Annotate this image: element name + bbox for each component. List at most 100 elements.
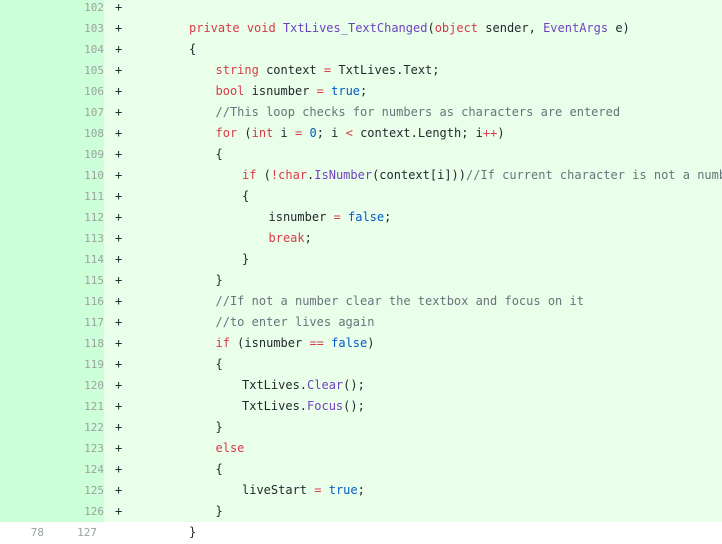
code-token: char: [278, 168, 308, 182]
old-line-number[interactable]: [0, 270, 54, 291]
code-token: break: [268, 231, 305, 245]
code-token: for: [215, 126, 238, 140]
diff-marker: +: [115, 504, 123, 518]
new-line-number[interactable]: 126: [54, 501, 104, 522]
new-line-number[interactable]: 119: [54, 354, 104, 375]
diff-marker: +: [115, 84, 123, 98]
code-token: bool: [215, 84, 245, 98]
code-text: TxtLives.Clear();: [242, 375, 365, 396]
old-line-number[interactable]: [0, 60, 54, 81]
old-line-number[interactable]: [0, 123, 54, 144]
code-token: private: [189, 21, 240, 35]
old-line-number[interactable]: [0, 0, 54, 18]
new-line-number[interactable]: 104: [54, 39, 104, 60]
code-token: ==: [309, 336, 324, 350]
new-line-number[interactable]: 103: [54, 18, 104, 39]
code-text: {: [242, 186, 249, 207]
code-token: //to enter lives again: [215, 315, 375, 329]
new-line-number[interactable]: 121: [54, 396, 104, 417]
old-line-number[interactable]: [0, 39, 54, 60]
code-token: }: [189, 525, 197, 539]
new-line-number[interactable]: 108: [54, 123, 104, 144]
diff-line-added: 124 + {: [0, 459, 722, 480]
diff-line-added: 113 + break;: [0, 228, 722, 249]
old-line-number[interactable]: [0, 396, 54, 417]
diff-line-added: 121 + TxtLives.Focus();: [0, 396, 722, 417]
code-token: TxtLives.Text;: [331, 63, 440, 77]
old-line-number[interactable]: [0, 102, 54, 123]
code-token: <: [345, 126, 353, 140]
code-token: context.Length; i: [352, 126, 483, 140]
new-line-number[interactable]: 120: [54, 375, 104, 396]
old-line-number[interactable]: [0, 249, 54, 270]
old-line-number[interactable]: [0, 417, 54, 438]
code-token: object: [434, 21, 479, 35]
code-token: e): [608, 21, 630, 35]
code-text: bool isnumber = true;: [216, 81, 368, 102]
code-token: //If not a number clear the textbox and …: [215, 294, 584, 308]
diff-marker: +: [115, 42, 123, 56]
code-token: //This loop checks for numbers as charac…: [215, 105, 621, 119]
old-line-number[interactable]: [0, 459, 54, 480]
new-line-number[interactable]: 102: [54, 0, 104, 18]
diff-marker: +: [115, 420, 123, 434]
old-line-number[interactable]: [0, 312, 54, 333]
diff-line-added: 110 + if (!char.IsNumber(context[i]))//If …: [0, 165, 722, 186]
new-line-number[interactable]: 122: [54, 417, 104, 438]
diff-marker: +: [115, 189, 123, 203]
code-token: {: [215, 147, 223, 161]
diff-line-added: 117 + //to enter lives again: [0, 312, 722, 333]
diff-line-added: 102 +: [0, 0, 722, 18]
old-line-number[interactable]: [0, 375, 54, 396]
new-line-number[interactable]: 107: [54, 102, 104, 123]
old-line-number[interactable]: [0, 333, 54, 354]
code-text: }: [216, 270, 223, 291]
old-line-number[interactable]: [0, 354, 54, 375]
diff-marker: +: [115, 210, 123, 224]
new-line-number[interactable]: 114: [54, 249, 104, 270]
code-text: }: [242, 249, 249, 270]
code-token: false: [331, 336, 368, 350]
old-line-number[interactable]: [0, 81, 54, 102]
diff-marker: +: [115, 378, 123, 392]
new-line-number[interactable]: 123: [54, 438, 104, 459]
old-line-number[interactable]: [0, 144, 54, 165]
code-token: (: [256, 168, 271, 182]
old-line-number[interactable]: [0, 18, 54, 39]
new-line-number[interactable]: 105: [54, 60, 104, 81]
old-line-number[interactable]: [0, 228, 54, 249]
old-line-number[interactable]: [0, 480, 54, 501]
new-line-number[interactable]: 111: [54, 186, 104, 207]
old-line-number[interactable]: [0, 186, 54, 207]
code-token: Focus: [307, 399, 344, 413]
new-line-number[interactable]: 113: [54, 228, 104, 249]
diff-marker: +: [115, 126, 123, 140]
diff-line-added: 114 +}: [0, 249, 722, 270]
old-line-number[interactable]: [0, 501, 54, 522]
new-line-number[interactable]: 117: [54, 312, 104, 333]
new-line-number[interactable]: 110: [54, 165, 104, 186]
old-line-number[interactable]: [0, 165, 54, 186]
code-token: ;: [304, 231, 312, 245]
new-line-number[interactable]: 125: [54, 480, 104, 501]
old-line-number[interactable]: 78: [0, 522, 44, 543]
diff-marker: +: [115, 294, 123, 308]
code-token: sender,: [478, 21, 544, 35]
diff-marker: +: [115, 441, 123, 455]
old-line-number[interactable]: [0, 207, 54, 228]
new-line-number[interactable]: 112: [54, 207, 104, 228]
new-line-number[interactable]: 115: [54, 270, 104, 291]
code-text: if (isnumber == false): [216, 333, 375, 354]
code-token: 0: [309, 126, 317, 140]
old-line-number[interactable]: [0, 291, 54, 312]
code-text: {: [216, 459, 223, 480]
new-line-number[interactable]: 118: [54, 333, 104, 354]
new-line-number[interactable]: 106: [54, 81, 104, 102]
new-line-number[interactable]: 116: [54, 291, 104, 312]
new-line-number[interactable]: 127: [54, 522, 97, 543]
code-token: (isnumber: [229, 336, 310, 350]
new-line-number[interactable]: 109: [54, 144, 104, 165]
old-line-number[interactable]: [0, 438, 54, 459]
new-line-number[interactable]: 124: [54, 459, 104, 480]
